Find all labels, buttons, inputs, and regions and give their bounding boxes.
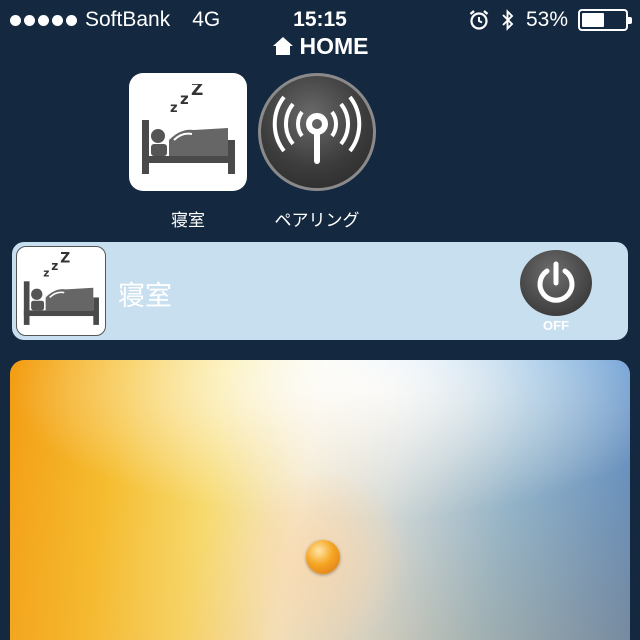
power-state-label: OFF [543,318,569,333]
home-icon [272,37,293,55]
svg-text:z: z [170,101,178,116]
pairing-tile[interactable] [258,73,376,191]
room-thumbnail: z z Z [16,246,106,336]
bedroom-tile[interactable]: z z Z [129,73,247,191]
battery-fill [582,13,605,27]
status-right: 53% [468,8,632,32]
bluetooth-icon [502,9,514,31]
bedroom-sleep-icon: z z Z [142,84,235,174]
power-button[interactable] [520,250,592,316]
room-name: 寝室 [118,281,172,312]
battery-percent: 53% [525,8,568,31]
pairing-button[interactable] [258,73,376,191]
color-picker-knob[interactable] [306,540,340,574]
svg-text:z: z [180,90,189,108]
room-control-bar[interactable]: z z Z 寝室 OFF [12,242,628,340]
bedroom-tile-label: 寝室 [171,211,205,231]
svg-text:Z: Z [60,251,70,267]
svg-text:z: z [43,267,49,279]
bedroom-sleep-icon: z z Z [23,251,99,325]
svg-text:z: z [51,259,58,273]
battery-icon [578,9,632,31]
page-title: HOME [299,32,369,59]
power-icon [537,261,575,303]
svg-text:Z: Z [191,84,203,100]
color-picker-panel[interactable] [10,360,630,640]
wifi-pairing-icon [272,95,362,164]
alarm-icon [469,10,489,30]
pairing-tile-label: ペアリング [274,211,360,231]
page-header: HOME [0,30,640,62]
